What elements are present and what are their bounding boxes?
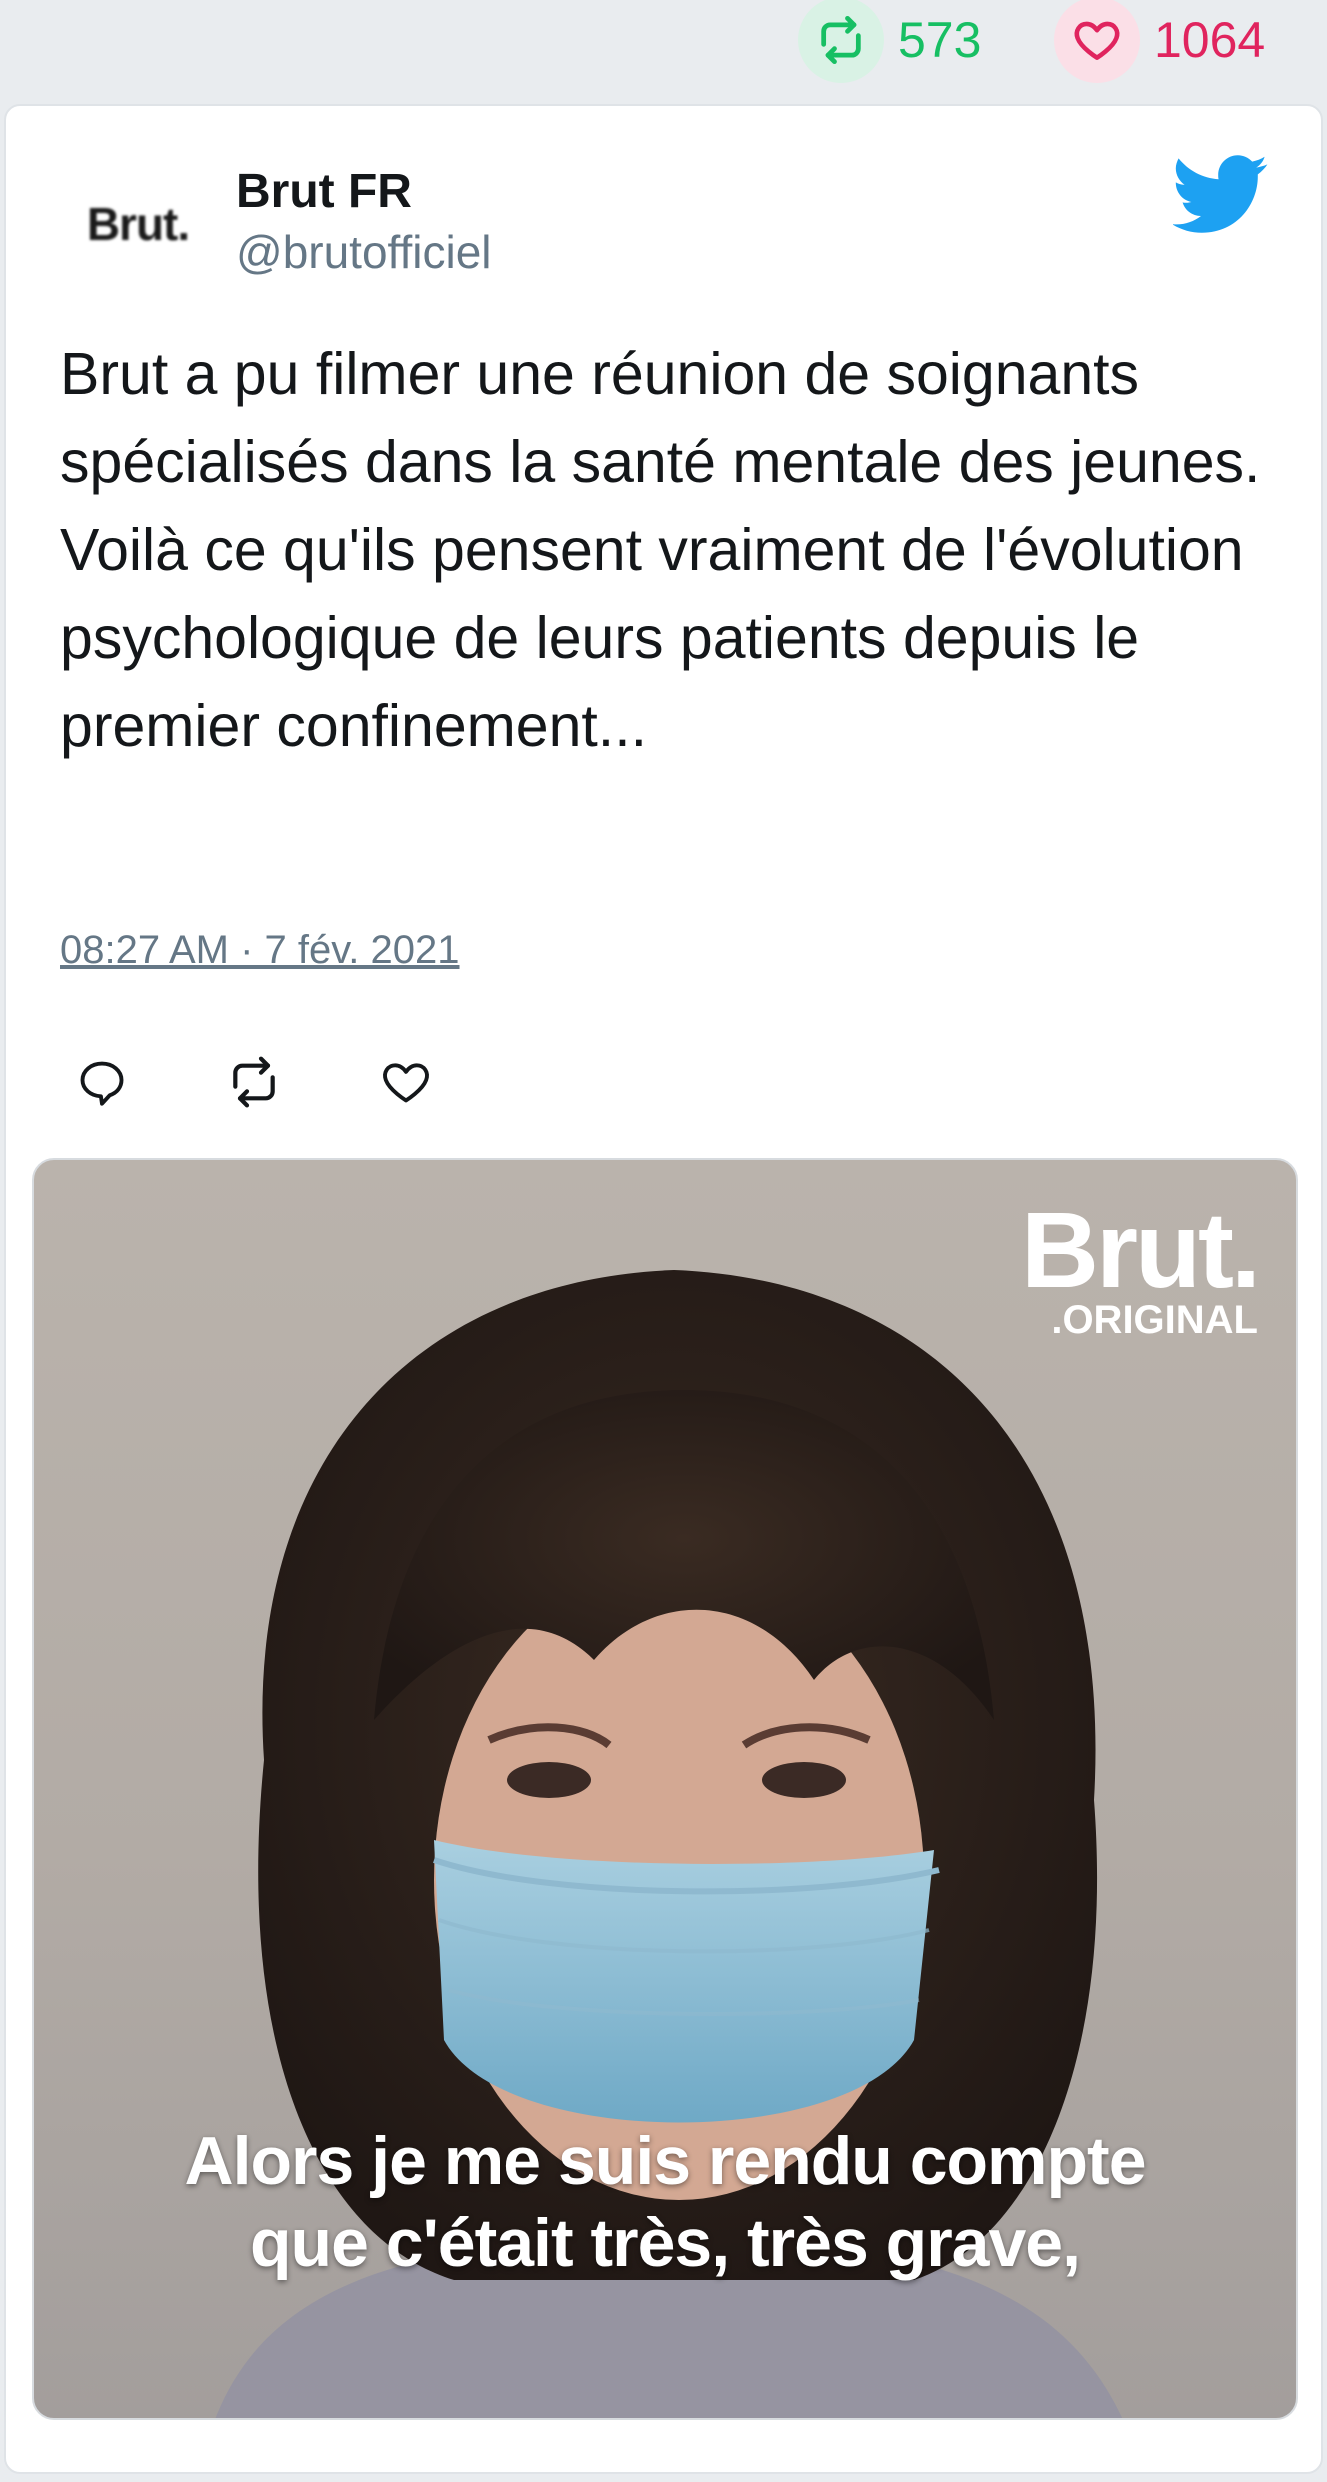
tweet-card[interactable]: Brut. Brut FR @brutofficiel Brut a pu fi… (4, 104, 1323, 2474)
video-caption: Alors je me suis rendu compte que c'étai… (34, 2120, 1296, 2284)
author-handle[interactable]: @brutofficiel (236, 222, 492, 282)
video-thumbnail[interactable]: Brut. .ORIGINAL Alors je me suis rendu c… (32, 1158, 1298, 2420)
twitter-bird-icon[interactable] (1173, 146, 1269, 242)
caption-line-1: Alors je me suis rendu compte (184, 2123, 1146, 2199)
like-icon (383, 1063, 429, 1103)
tweet-embed-page: 573 1064 Brut. Brut FR @brutofficiel Bru… (0, 0, 1327, 2482)
watermark-sub-text: .ORIGINAL (1051, 1298, 1258, 1342)
like-stat[interactable]: 1064 (1054, 0, 1266, 83)
reply-button[interactable] (66, 1046, 138, 1118)
retweet-count: 573 (898, 12, 982, 68)
avatar[interactable]: Brut. (68, 154, 208, 294)
watermark-brand-text: Brut. (1021, 1189, 1261, 1310)
avatar-logo-text: Brut. (86, 198, 190, 250)
author-name[interactable]: Brut FR (236, 162, 492, 222)
retweet-button[interactable] (218, 1046, 290, 1118)
tweet-timestamp-link[interactable]: 08:27 AM · 7 fév. 2021 (60, 928, 460, 973)
tweet-text: Brut a pu filmer une réunion de soignant… (60, 341, 1261, 759)
author-block[interactable]: Brut FR @brutofficiel (236, 162, 492, 282)
tweet-actions (66, 1046, 442, 1118)
brut-original-watermark: Brut. .ORIGINAL (1021, 1189, 1261, 1342)
reply-icon (80, 1061, 124, 1106)
caption-line-2: que c'était très, très grave, (250, 2205, 1081, 2281)
heart-icon (1054, 0, 1140, 83)
retweet-icon (798, 0, 884, 83)
engagement-stats: 573 1064 (0, 0, 1327, 100)
like-button[interactable] (370, 1046, 442, 1118)
retweet-stat[interactable]: 573 (798, 0, 982, 83)
like-count: 1064 (1154, 12, 1266, 68)
retweet-icon (233, 1056, 275, 1108)
